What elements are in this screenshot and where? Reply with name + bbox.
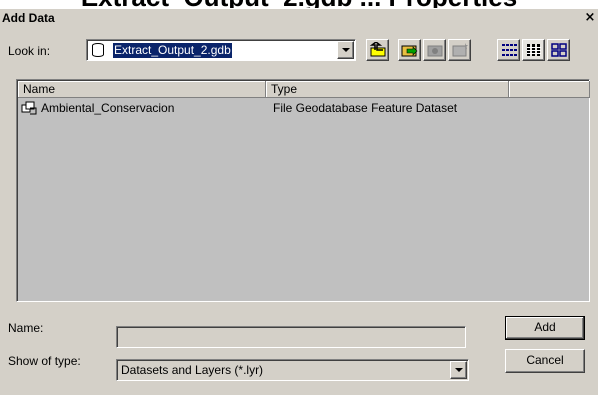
new-folder-icon xyxy=(452,43,468,57)
up-one-level-button[interactable] xyxy=(366,39,389,61)
list-view-icon xyxy=(502,44,517,56)
show-of-type-value: Datasets and Layers (*.lyr) xyxy=(121,363,264,377)
show-of-type-dropdown[interactable]: Datasets and Layers (*.lyr) xyxy=(116,359,469,381)
cancel-button[interactable]: Cancel xyxy=(505,349,585,373)
title-bar: Add Data × xyxy=(0,9,598,28)
disconnect-folder-button[interactable] xyxy=(423,39,446,61)
list-item-name: Ambiental_Conservacion xyxy=(41,101,175,115)
thumbnails-view-button[interactable] xyxy=(547,39,570,61)
disconnect-folder-icon xyxy=(427,45,443,57)
show-of-type-label: Show of type: xyxy=(8,354,81,368)
thumbnails-view-icon xyxy=(551,43,567,57)
list-header: Name Type xyxy=(18,81,590,98)
chevron-down-icon[interactable] xyxy=(337,41,354,59)
file-list[interactable]: Name Type Ambiental_Conservacion File Ge… xyxy=(16,79,590,302)
new-folder-button[interactable] xyxy=(448,39,471,61)
add-button[interactable]: Add xyxy=(505,316,585,340)
look-in-dropdown[interactable]: Extract_Output_2.gdb xyxy=(86,39,356,61)
details-view-button[interactable] xyxy=(522,39,545,61)
column-header-empty[interactable] xyxy=(509,81,590,98)
list-item-type: File Geodatabase Feature Dataset xyxy=(273,101,458,115)
name-input[interactable] xyxy=(116,326,466,348)
look-in-label: Look in: xyxy=(8,44,51,58)
close-button[interactable]: × xyxy=(582,10,598,25)
up-one-level-icon xyxy=(369,42,386,57)
add-data-dialog: Add Data × Look in: Extract_Output_2.gdb xyxy=(0,8,598,395)
look-in-value: Extract_Output_2.gdb xyxy=(113,43,232,58)
geodatabase-icon xyxy=(92,43,104,57)
feature-dataset-icon xyxy=(21,101,37,115)
chevron-down-icon[interactable] xyxy=(450,361,467,379)
connect-to-folder-icon xyxy=(401,45,418,57)
column-header-type[interactable]: Type xyxy=(266,81,509,98)
list-item[interactable]: Ambiental_Conservacion File Geodatabase … xyxy=(19,100,579,116)
column-header-name[interactable]: Name xyxy=(18,81,266,98)
background-window-title: Extract_Output_2.gdb ... Properties xyxy=(0,0,598,8)
name-label: Name: xyxy=(8,321,44,335)
details-view-icon xyxy=(527,44,541,56)
list-view-button[interactable] xyxy=(497,39,520,61)
connect-to-folder-button[interactable] xyxy=(398,39,421,61)
dialog-title: Add Data xyxy=(2,11,55,25)
